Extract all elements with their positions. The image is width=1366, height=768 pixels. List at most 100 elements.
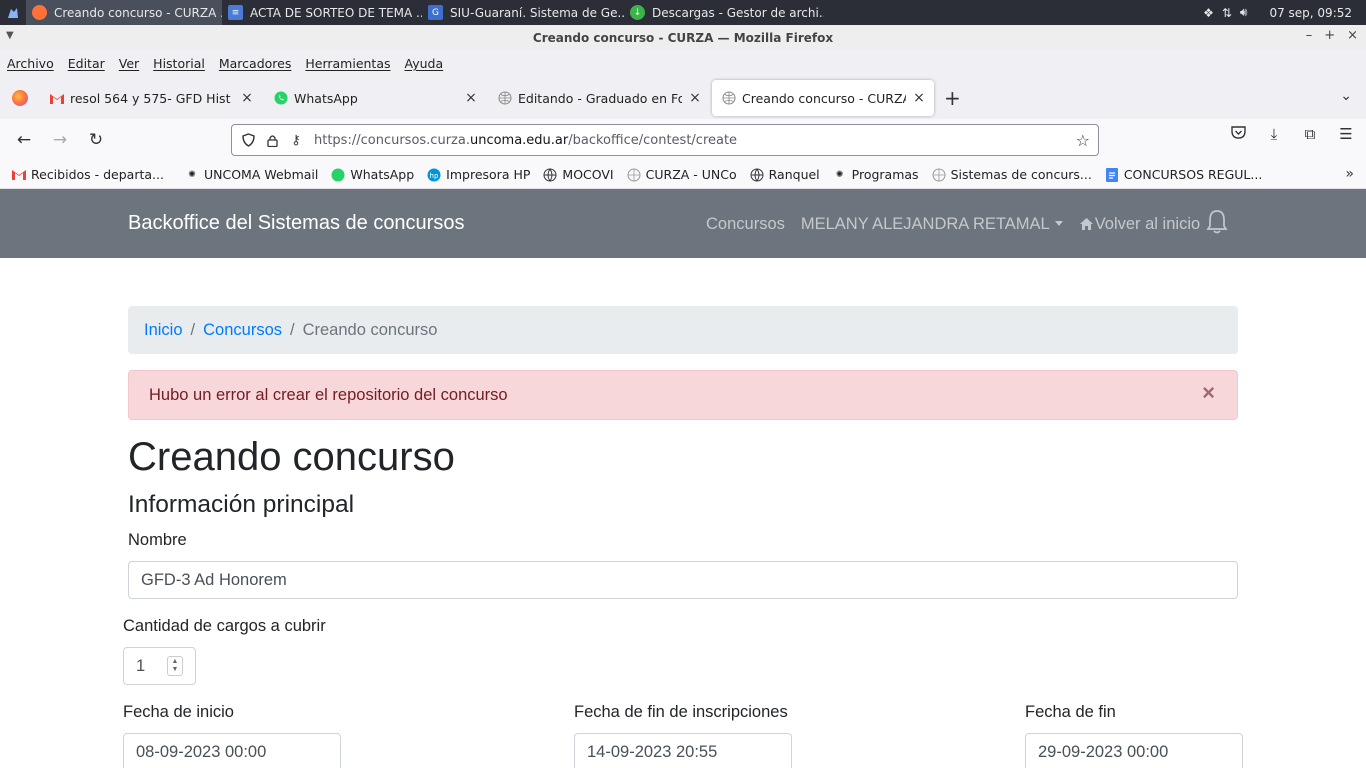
globe-icon bbox=[722, 91, 736, 105]
breadcrumb-inicio[interactable]: Inicio bbox=[144, 321, 183, 340]
minimize-icon[interactable]: – bbox=[1306, 28, 1313, 43]
bookmark-concursos-regul[interactable]: CONCURSOS REGUL... bbox=[1105, 167, 1262, 182]
registration-end-label: Fecha de fin de inscripciones bbox=[574, 703, 788, 721]
breadcrumb-separator: / bbox=[190, 320, 196, 339]
positions-label: Cantidad de cargos a cubrir bbox=[123, 617, 326, 635]
bookmark-impresora-hp[interactable]: hp Impresora HP bbox=[427, 167, 530, 182]
breadcrumb-separator: / bbox=[290, 320, 295, 339]
bookmark-ranquel[interactable]: Ranquel bbox=[750, 167, 820, 182]
alert-close-button[interactable]: × bbox=[1202, 382, 1215, 404]
menu-herramientas[interactable]: Herramientas bbox=[305, 56, 390, 71]
window-titlebar: ▼ Creando concurso - CURZA — Mozilla Fir… bbox=[0, 25, 1366, 50]
positions-number-input[interactable]: 1 ▲ ▼ bbox=[123, 647, 196, 685]
tab-close-icon[interactable]: × bbox=[688, 90, 702, 106]
menu-marcadores[interactable]: Marcadores bbox=[219, 56, 292, 71]
lock-icon[interactable] bbox=[260, 134, 284, 147]
google-docs-icon bbox=[1105, 167, 1119, 182]
hamburger-menu-icon[interactable]: ☰ bbox=[1336, 125, 1356, 143]
tab-close-icon[interactable]: × bbox=[464, 90, 478, 106]
tab-close-icon[interactable]: × bbox=[240, 90, 254, 106]
brand-link[interactable]: Backoffice del Sistemas de concursos bbox=[128, 212, 464, 235]
bookmark-programas[interactable]: ✺ Programas bbox=[833, 167, 919, 182]
globe-icon bbox=[498, 91, 512, 105]
globe-icon bbox=[750, 168, 764, 182]
volume-icon[interactable]: 🔊︎ bbox=[1240, 5, 1248, 20]
menu-archivo[interactable]: Archivo bbox=[7, 56, 54, 71]
error-alert: Hubo un error al crear el repositorio de… bbox=[128, 370, 1238, 420]
back-arrow-icon[interactable]: ← bbox=[6, 125, 42, 155]
bookmark-uncoma-webmail[interactable]: ✺ UNCOMA Webmail bbox=[185, 167, 318, 182]
registration-end-input[interactable]: 14-09-2023 20:55 bbox=[574, 733, 792, 768]
reload-icon[interactable]: ↻ bbox=[78, 125, 114, 155]
os-menu-icon[interactable] bbox=[0, 0, 26, 25]
alert-message: Hubo un error al crear el repositorio de… bbox=[149, 385, 508, 404]
bookmark-sistemas-concursos[interactable]: Sistemas de concurs... bbox=[932, 167, 1092, 182]
nav-concursos[interactable]: Concursos bbox=[706, 215, 785, 234]
forward-arrow-icon[interactable]: → bbox=[42, 125, 78, 155]
breadcrumb: Inicio / Concursos / Creando concurso bbox=[128, 306, 1238, 354]
network-icon[interactable]: ⇅ bbox=[1222, 6, 1232, 20]
web-page: Backoffice del Sistemas de concursos Con… bbox=[0, 189, 1366, 768]
tab-editando-graduado[interactable]: Editando - Graduado en Form × bbox=[488, 80, 710, 116]
gmail-icon bbox=[12, 168, 26, 182]
nav-volver-inicio[interactable]: Volver al inicio bbox=[1079, 215, 1200, 234]
start-date-input[interactable]: 08-09-2023 00:00 bbox=[123, 733, 341, 768]
menu-historial[interactable]: Historial bbox=[153, 56, 205, 71]
url-text[interactable]: https://concursos.curza.uncoma.edu.ar/ba… bbox=[314, 133, 737, 148]
firefox-view-button[interactable] bbox=[0, 77, 40, 119]
task-firefox[interactable]: Creando concurso - CURZA ... bbox=[26, 0, 222, 25]
extensions-icon[interactable]: ⧉ bbox=[1300, 125, 1320, 143]
settings-globe-icon: ✺ bbox=[835, 169, 844, 180]
breadcrumb-concursos[interactable]: Concursos bbox=[203, 321, 282, 340]
task-downloads[interactable]: ↓ Descargas - Gestor de archi... bbox=[624, 0, 824, 25]
name-input[interactable]: GFD-3 Ad Honorem bbox=[128, 561, 1238, 599]
task-docs[interactable]: ≡ ACTA DE SORTEO DE TEMA ... bbox=[222, 0, 422, 25]
new-tab-plus-icon[interactable]: + bbox=[944, 86, 961, 110]
window-menu-icon[interactable]: ▼ bbox=[6, 30, 14, 41]
close-icon[interactable]: × bbox=[1347, 28, 1358, 43]
permissions-icon[interactable]: ⚷ bbox=[284, 133, 308, 148]
task-siu[interactable]: G SIU-Guaraní. Sistema de Ge... bbox=[422, 0, 624, 25]
webmail-icon: ✺ bbox=[188, 169, 196, 180]
app-navbar: Backoffice del Sistemas de concursos Con… bbox=[0, 189, 1366, 258]
document-icon: ≡ bbox=[228, 5, 243, 20]
gmail-icon bbox=[50, 91, 64, 105]
number-spinner-icon[interactable]: ▲ ▼ bbox=[167, 656, 183, 676]
url-bar[interactable]: ⚷ https://concursos.curza.uncoma.edu.ar/… bbox=[231, 124, 1099, 156]
dropbox-icon[interactable]: ❖ bbox=[1203, 6, 1214, 20]
section-title: Información principal bbox=[128, 491, 355, 518]
bookmark-mocovi[interactable]: MOCOVI bbox=[543, 167, 614, 182]
firefox-icon bbox=[12, 90, 28, 106]
navigation-toolbar: ← → ↻ ⚷ https://concursos.curza.uncoma.e… bbox=[0, 119, 1366, 161]
menu-ayuda[interactable]: Ayuda bbox=[405, 56, 444, 71]
window-title: Creando concurso - CURZA — Mozilla Firef… bbox=[532, 30, 834, 45]
downloads-icon[interactable]: ⤓ bbox=[1264, 125, 1284, 143]
bell-icon[interactable] bbox=[1206, 209, 1228, 235]
bookmark-whatsapp[interactable]: WhatsApp bbox=[331, 167, 414, 182]
tab-close-icon[interactable]: × bbox=[912, 90, 926, 106]
tab-strip: resol 564 y 575- GFD Hist de V × WhatsAp… bbox=[0, 77, 1366, 119]
os-taskbar: Creando concurso - CURZA ... ≡ ACTA DE S… bbox=[0, 0, 1366, 25]
bookmark-recibidos[interactable]: Recibidos - departa... bbox=[12, 167, 164, 182]
menubar: Archivo Editar Ver Historial Marcadores … bbox=[0, 50, 1366, 77]
menu-ver[interactable]: Ver bbox=[119, 56, 139, 71]
globe-icon bbox=[932, 168, 946, 182]
globe-icon bbox=[543, 168, 557, 182]
tab-creando-concurso[interactable]: Creando concurso - CURZA × bbox=[712, 80, 934, 116]
shield-icon[interactable] bbox=[236, 133, 260, 147]
maximize-icon[interactable]: + bbox=[1324, 28, 1335, 43]
bookmark-star-icon[interactable]: ☆ bbox=[1076, 131, 1090, 150]
chevron-down-icon[interactable]: ⌄ bbox=[1340, 88, 1352, 104]
clock[interactable]: 07 sep, 09:52 bbox=[1269, 6, 1352, 20]
firefox-icon bbox=[32, 5, 47, 20]
chevron-double-right-icon[interactable]: » bbox=[1345, 166, 1354, 182]
tab-whatsapp[interactable]: WhatsApp × bbox=[264, 80, 486, 116]
menu-editar[interactable]: Editar bbox=[68, 56, 105, 71]
pocket-icon[interactable] bbox=[1228, 125, 1248, 143]
tab-gmail-resol[interactable]: resol 564 y 575- GFD Hist de V × bbox=[40, 80, 262, 116]
end-date-input[interactable]: 29-09-2023 00:00 bbox=[1025, 733, 1243, 768]
hp-icon: hp bbox=[427, 168, 441, 182]
user-dropdown[interactable]: MELANY ALEJANDRA RETAMAL bbox=[801, 215, 1063, 234]
bookmark-curza-unco[interactable]: CURZA - UNCo bbox=[627, 167, 737, 182]
end-date-label: Fecha de fin bbox=[1025, 703, 1116, 721]
